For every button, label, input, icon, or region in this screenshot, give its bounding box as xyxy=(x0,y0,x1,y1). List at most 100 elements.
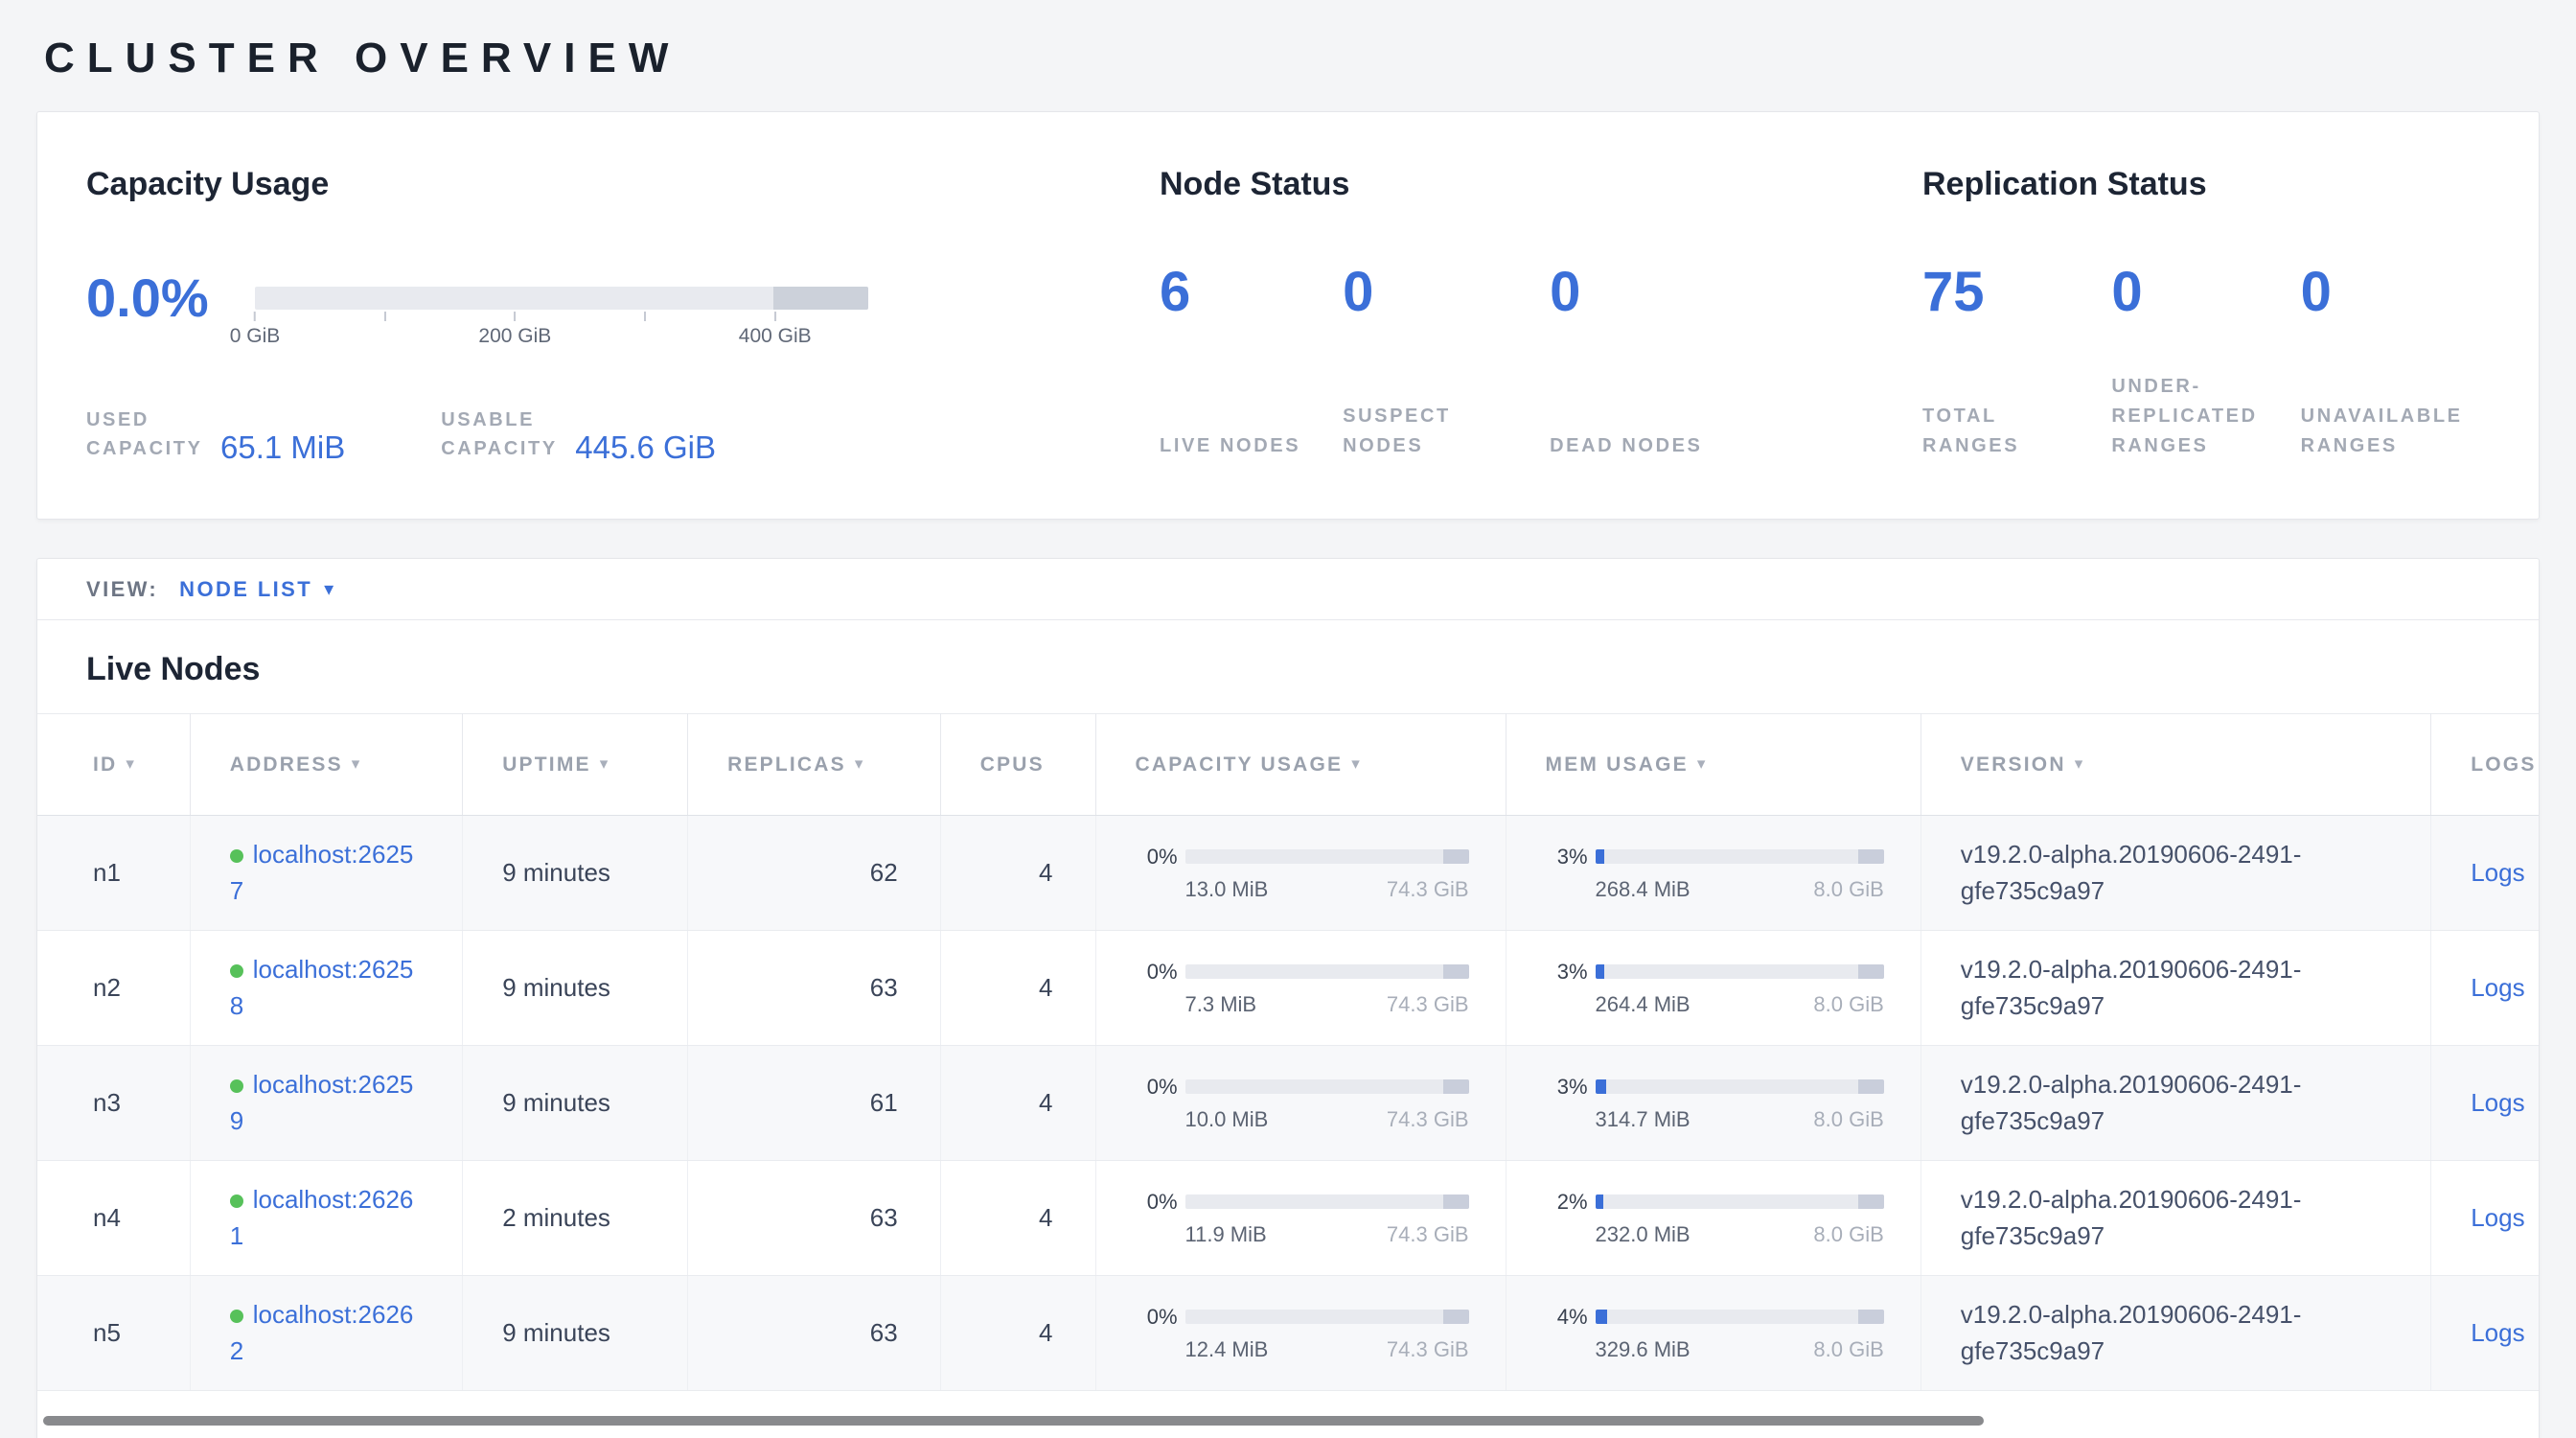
replication-status-title: Replication Status xyxy=(1922,166,2490,203)
table-row-n4: n4 localhost:26261 2 minutes 63 4 0% 11.… xyxy=(37,1161,2539,1276)
tick-mark xyxy=(644,312,646,321)
dead-nodes-label: DEAD NODES xyxy=(1550,431,1702,461)
logs-link[interactable]: Logs xyxy=(2471,1203,2524,1232)
capacity-usage-bar xyxy=(1185,849,1469,864)
node-address-link[interactable]: localhost:26257 xyxy=(230,840,414,905)
node-address-link[interactable]: localhost:26261 xyxy=(230,1185,414,1250)
col-header-mem-usage[interactable]: MEM USAGE▾ xyxy=(1506,714,1920,816)
node-uptime: 2 minutes xyxy=(463,1161,688,1276)
live-nodes-stat: 6 LIVE NODES xyxy=(1160,265,1300,461)
view-selector-dropdown[interactable]: NODE LIST ▾ xyxy=(179,577,335,602)
bar-fill xyxy=(1596,1194,1603,1209)
horizontal-scrollbar[interactable] xyxy=(43,1416,1984,1426)
node-mem-cell: 2% 232.0 MiB8.0 GiB xyxy=(1506,1161,1920,1276)
sort-arrow-icon: ▾ xyxy=(352,754,362,773)
node-capacity-cell: 0% 11.9 MiB74.3 GiB xyxy=(1095,1161,1506,1276)
node-mem-cell: 3% 268.4 MiB8.0 GiB xyxy=(1506,816,1920,931)
live-status-dot-icon xyxy=(230,1194,243,1208)
node-cpus: 4 xyxy=(940,1161,1095,1276)
live-nodes-label: LIVE NODES xyxy=(1160,431,1300,461)
axis-tick: 200 GiB xyxy=(478,312,551,348)
logs-link[interactable]: Logs xyxy=(2471,1318,2524,1347)
total-ranges-value: 75 xyxy=(1922,265,2069,320)
node-logs-cell: Logs xyxy=(2431,1276,2539,1391)
live-status-dot-icon xyxy=(230,1079,243,1093)
tick-mark xyxy=(384,312,386,321)
table-header-row: ID▾ ADDRESS ▾ UPTIME ▾ REPLICAS▾ CPUS CAPA… xyxy=(37,714,2539,816)
capacity-bar xyxy=(255,287,868,310)
node-version: v19.2.0-alpha.20190606-2491-gfe735c9a97 xyxy=(1920,1161,2430,1276)
view-label: VIEW: xyxy=(86,577,158,602)
capacity-used: 12.4 MiB xyxy=(1185,1337,1269,1362)
capacity-usage-bar xyxy=(1185,964,1469,979)
logs-link[interactable]: Logs xyxy=(2471,973,2524,1002)
node-logs-cell: Logs xyxy=(2431,816,2539,931)
node-logs-cell: Logs xyxy=(2431,1161,2539,1276)
node-address-link[interactable]: localhost:26258 xyxy=(230,955,414,1020)
mem-percent: 3% xyxy=(1546,1075,1588,1100)
chevron-down-icon: ▾ xyxy=(324,577,335,601)
col-header-address[interactable]: ADDRESS ▾ xyxy=(190,714,462,816)
logs-link[interactable]: Logs xyxy=(2471,858,2524,887)
live-status-dot-icon xyxy=(230,849,243,863)
col-header-id[interactable]: ID▾ xyxy=(37,714,190,816)
bar-dark-segment xyxy=(1858,1194,1884,1209)
col-header-label: REPLICAS xyxy=(727,754,846,776)
table-row-n3: n3 localhost:26259 9 minutes 61 4 0% 10.… xyxy=(37,1046,2539,1161)
bar-fill xyxy=(1596,964,1605,979)
axis-tick xyxy=(384,312,386,325)
total-ranges-stat: 75 TOTAL RANGES xyxy=(1922,265,2069,461)
col-header-label: MEM USAGE xyxy=(1546,754,1689,776)
under-replicated-ranges-label: UNDER-REPLICATED RANGES xyxy=(2111,372,2258,461)
replication-stats: 75 TOTAL RANGES 0 UNDER-REPLICATED RANGE… xyxy=(1922,265,2490,461)
mem-total: 8.0 GiB xyxy=(1813,877,1883,902)
capacity-bar-wrap: 0 GiB 200 GiB xyxy=(255,287,868,310)
tick-mark xyxy=(254,312,256,321)
under-replicated-ranges-stat: 0 UNDER-REPLICATED RANGES xyxy=(2111,265,2258,461)
capacity-total: 74.3 GiB xyxy=(1387,1222,1469,1247)
col-header-version[interactable]: VERSION▾ xyxy=(1920,714,2430,816)
summary-card: Capacity Usage 0.0% 0 GiB xyxy=(36,111,2540,520)
cluster-overview-page: CLUSTER OVERVIEW Capacity Usage 0.0% 0 G… xyxy=(0,0,2576,1438)
node-status-section: Node Status 6 LIVE NODES 0 SUSPECT NODES… xyxy=(1160,166,1922,463)
capacity-usage-bar xyxy=(1185,1310,1469,1324)
mem-total: 8.0 GiB xyxy=(1813,1222,1883,1247)
axis-tick xyxy=(644,312,646,325)
axis-tick: 0 GiB xyxy=(230,312,281,348)
dead-nodes-value: 0 xyxy=(1550,265,1702,320)
mem-total: 8.0 GiB xyxy=(1813,992,1883,1017)
col-header-cpus: CPUS xyxy=(940,714,1095,816)
col-header-capacity-usage[interactable]: CAPACITY USAGE▾ xyxy=(1095,714,1506,816)
capacity-percent: 0% xyxy=(1136,960,1178,985)
logs-link[interactable]: Logs xyxy=(2471,1088,2524,1117)
view-selected-value: NODE LIST xyxy=(179,577,312,602)
capacity-gauge: 0.0% 0 GiB 2 xyxy=(86,267,1160,329)
mem-usage-bar xyxy=(1596,849,1884,864)
capacity-total: 74.3 GiB xyxy=(1387,1337,1469,1362)
capacity-details: USED CAPACITY 65.1 MiB USABLE CAPACITY 4… xyxy=(86,406,1160,463)
node-capacity-cell: 0% 10.0 MiB74.3 GiB xyxy=(1095,1046,1506,1161)
col-header-uptime[interactable]: UPTIME ▾ xyxy=(463,714,688,816)
col-header-replicas[interactable]: REPLICAS▾ xyxy=(688,714,941,816)
node-address-link[interactable]: localhost:26262 xyxy=(230,1300,414,1365)
bar-dark-segment xyxy=(1443,964,1469,979)
mem-used: 232.0 MiB xyxy=(1596,1222,1690,1247)
mem-used: 268.4 MiB xyxy=(1596,877,1690,902)
mem-percent: 3% xyxy=(1546,960,1588,985)
col-header-label: UPTIME xyxy=(502,754,591,776)
col-header-label: VERSION xyxy=(1961,754,2066,776)
node-id: n3 xyxy=(37,1046,190,1161)
capacity-total: 74.3 GiB xyxy=(1387,877,1469,902)
capacity-usage-bar xyxy=(1185,1194,1469,1209)
capacity-usage-title: Capacity Usage xyxy=(86,166,1160,203)
node-version: v19.2.0-alpha.20190606-2491-gfe735c9a97 xyxy=(1920,816,2430,931)
node-address-link[interactable]: localhost:26259 xyxy=(230,1070,414,1135)
page-title: CLUSTER OVERVIEW xyxy=(44,35,2540,82)
bar-dark-segment xyxy=(1443,1194,1469,1209)
mem-used: 329.6 MiB xyxy=(1596,1337,1690,1362)
col-header-label: ADDRESS xyxy=(230,754,343,776)
used-capacity: USED CAPACITY 65.1 MiB xyxy=(86,406,345,463)
node-address-cell: localhost:26258 xyxy=(190,931,462,1046)
node-replicas: 63 xyxy=(688,931,941,1046)
sort-arrow-icon: ▾ xyxy=(600,754,610,773)
